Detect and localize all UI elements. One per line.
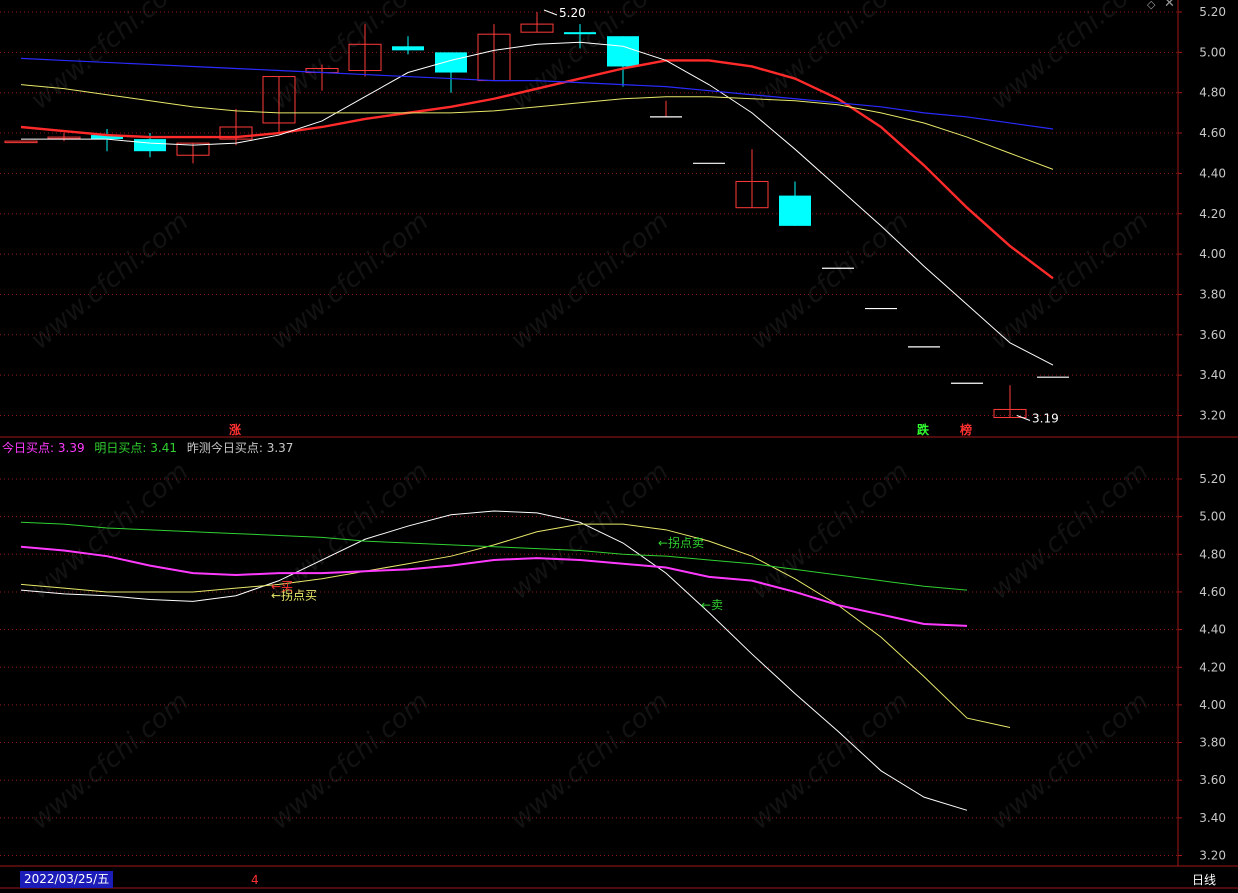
- tomorrow-buy-value: 3.41: [150, 441, 178, 455]
- signal-annotation: ←卖: [701, 598, 723, 612]
- watermark-text: www.cfchi.com: [265, 687, 434, 836]
- candle: [4, 140, 38, 144]
- candle: [435, 52, 467, 93]
- y-tick-label: 3.40: [1199, 368, 1226, 382]
- signal-annotation: ←买: [271, 579, 293, 593]
- candle: [477, 24, 511, 82]
- watermark-text: www.cfchi.com: [745, 0, 914, 115]
- diamond-icon[interactable]: ◇: [1147, 0, 1155, 11]
- y-tick-label: 4.20: [1199, 207, 1226, 221]
- candle-body: [607, 36, 639, 67]
- watermark-text: www.cfchi.com: [25, 687, 194, 836]
- watermark-text: www.cfchi.com: [505, 687, 674, 836]
- watermark-text: www.cfchi.com: [745, 687, 914, 836]
- y-tick-label: 3.40: [1199, 811, 1226, 825]
- candle-body: [134, 139, 166, 152]
- y-tick-label: 4.60: [1199, 126, 1226, 140]
- watermark-text: www.cfchi.com: [265, 0, 434, 115]
- watermark-text: www.cfchi.com: [505, 207, 674, 356]
- signal-label: 榜: [960, 422, 972, 437]
- y-tick-label: 3.60: [1199, 773, 1226, 787]
- candle: [735, 149, 769, 209]
- candle: [779, 181, 811, 226]
- candle: [650, 100, 682, 118]
- period-label[interactable]: 日线: [1192, 872, 1216, 889]
- price-label: 3.19: [1032, 412, 1059, 426]
- y-tick-label: 3.20: [1199, 409, 1226, 423]
- candle-body: [435, 52, 467, 73]
- y-tick-label: 4.80: [1199, 86, 1226, 100]
- candle-body: [564, 32, 596, 35]
- price-label: 5.20: [559, 6, 586, 20]
- y-tick-label: 5.20: [1199, 472, 1226, 486]
- y-tick-label: 5.20: [1199, 5, 1226, 19]
- tomorrow-buy-label: 明日买点:: [94, 441, 147, 455]
- y-tick-label: 4.60: [1199, 585, 1226, 599]
- candle-body: [4, 140, 38, 144]
- candle: [219, 108, 253, 146]
- series-line-1-2: [20, 545, 968, 627]
- y-tick-label: 3.60: [1199, 328, 1226, 342]
- signal-annotation: ←拐点卖: [658, 535, 704, 550]
- y-tick-label: 5.00: [1199, 45, 1226, 59]
- today-buy-label: 今日买点:: [2, 441, 55, 455]
- yesterday-buy-value: 3.37: [266, 441, 294, 455]
- candle: [47, 133, 81, 142]
- y-tick-label: 3.20: [1199, 849, 1226, 863]
- watermark-text: www.cfchi.com: [265, 207, 434, 356]
- date-marker: 4: [251, 873, 259, 887]
- indicator-legend: 今日买点: 3.39 明日买点: 3.41 昨测今日买点: 3.37: [2, 439, 293, 456]
- watermark-text: www.cfchi.com: [985, 0, 1154, 115]
- y-tick-label: 3.80: [1199, 736, 1226, 750]
- close-icon[interactable]: ✕: [1164, 0, 1175, 11]
- signal-label: 跌: [917, 422, 930, 437]
- signal-label: 涨: [229, 422, 241, 437]
- y-tick-label: 4.00: [1199, 247, 1226, 261]
- date-badge[interactable]: 2022/03/25/五: [20, 871, 114, 888]
- y-tick-label: 4.40: [1199, 166, 1226, 180]
- watermark-text: www.cfchi.com: [25, 207, 194, 356]
- watermark-text: www.cfchi.com: [25, 0, 194, 115]
- candle: [993, 385, 1027, 419]
- candle-body: [392, 46, 424, 51]
- today-buy-value: 3.39: [57, 441, 85, 455]
- y-tick-label: 4.00: [1199, 698, 1226, 712]
- y-tick-label: 4.80: [1199, 547, 1226, 561]
- watermark-text: www.cfchi.com: [505, 0, 674, 115]
- y-tick-label: 5.00: [1199, 510, 1226, 524]
- candle: [607, 36, 639, 87]
- yesterday-buy-label: 昨测今日买点:: [186, 441, 263, 455]
- watermark-text: www.cfchi.com: [985, 687, 1154, 836]
- y-tick-label: 4.40: [1199, 623, 1226, 637]
- y-tick-label: 4.20: [1199, 660, 1226, 674]
- candle: [520, 12, 554, 33]
- watermark-text: www.cfchi.com: [985, 207, 1154, 356]
- y-tick-label: 3.80: [1199, 287, 1226, 301]
- candle: [392, 36, 424, 55]
- candle: [176, 142, 210, 164]
- price-pointer: [543, 9, 558, 16]
- candle-body: [779, 195, 811, 226]
- watermark-text: www.cfchi.com: [745, 207, 914, 356]
